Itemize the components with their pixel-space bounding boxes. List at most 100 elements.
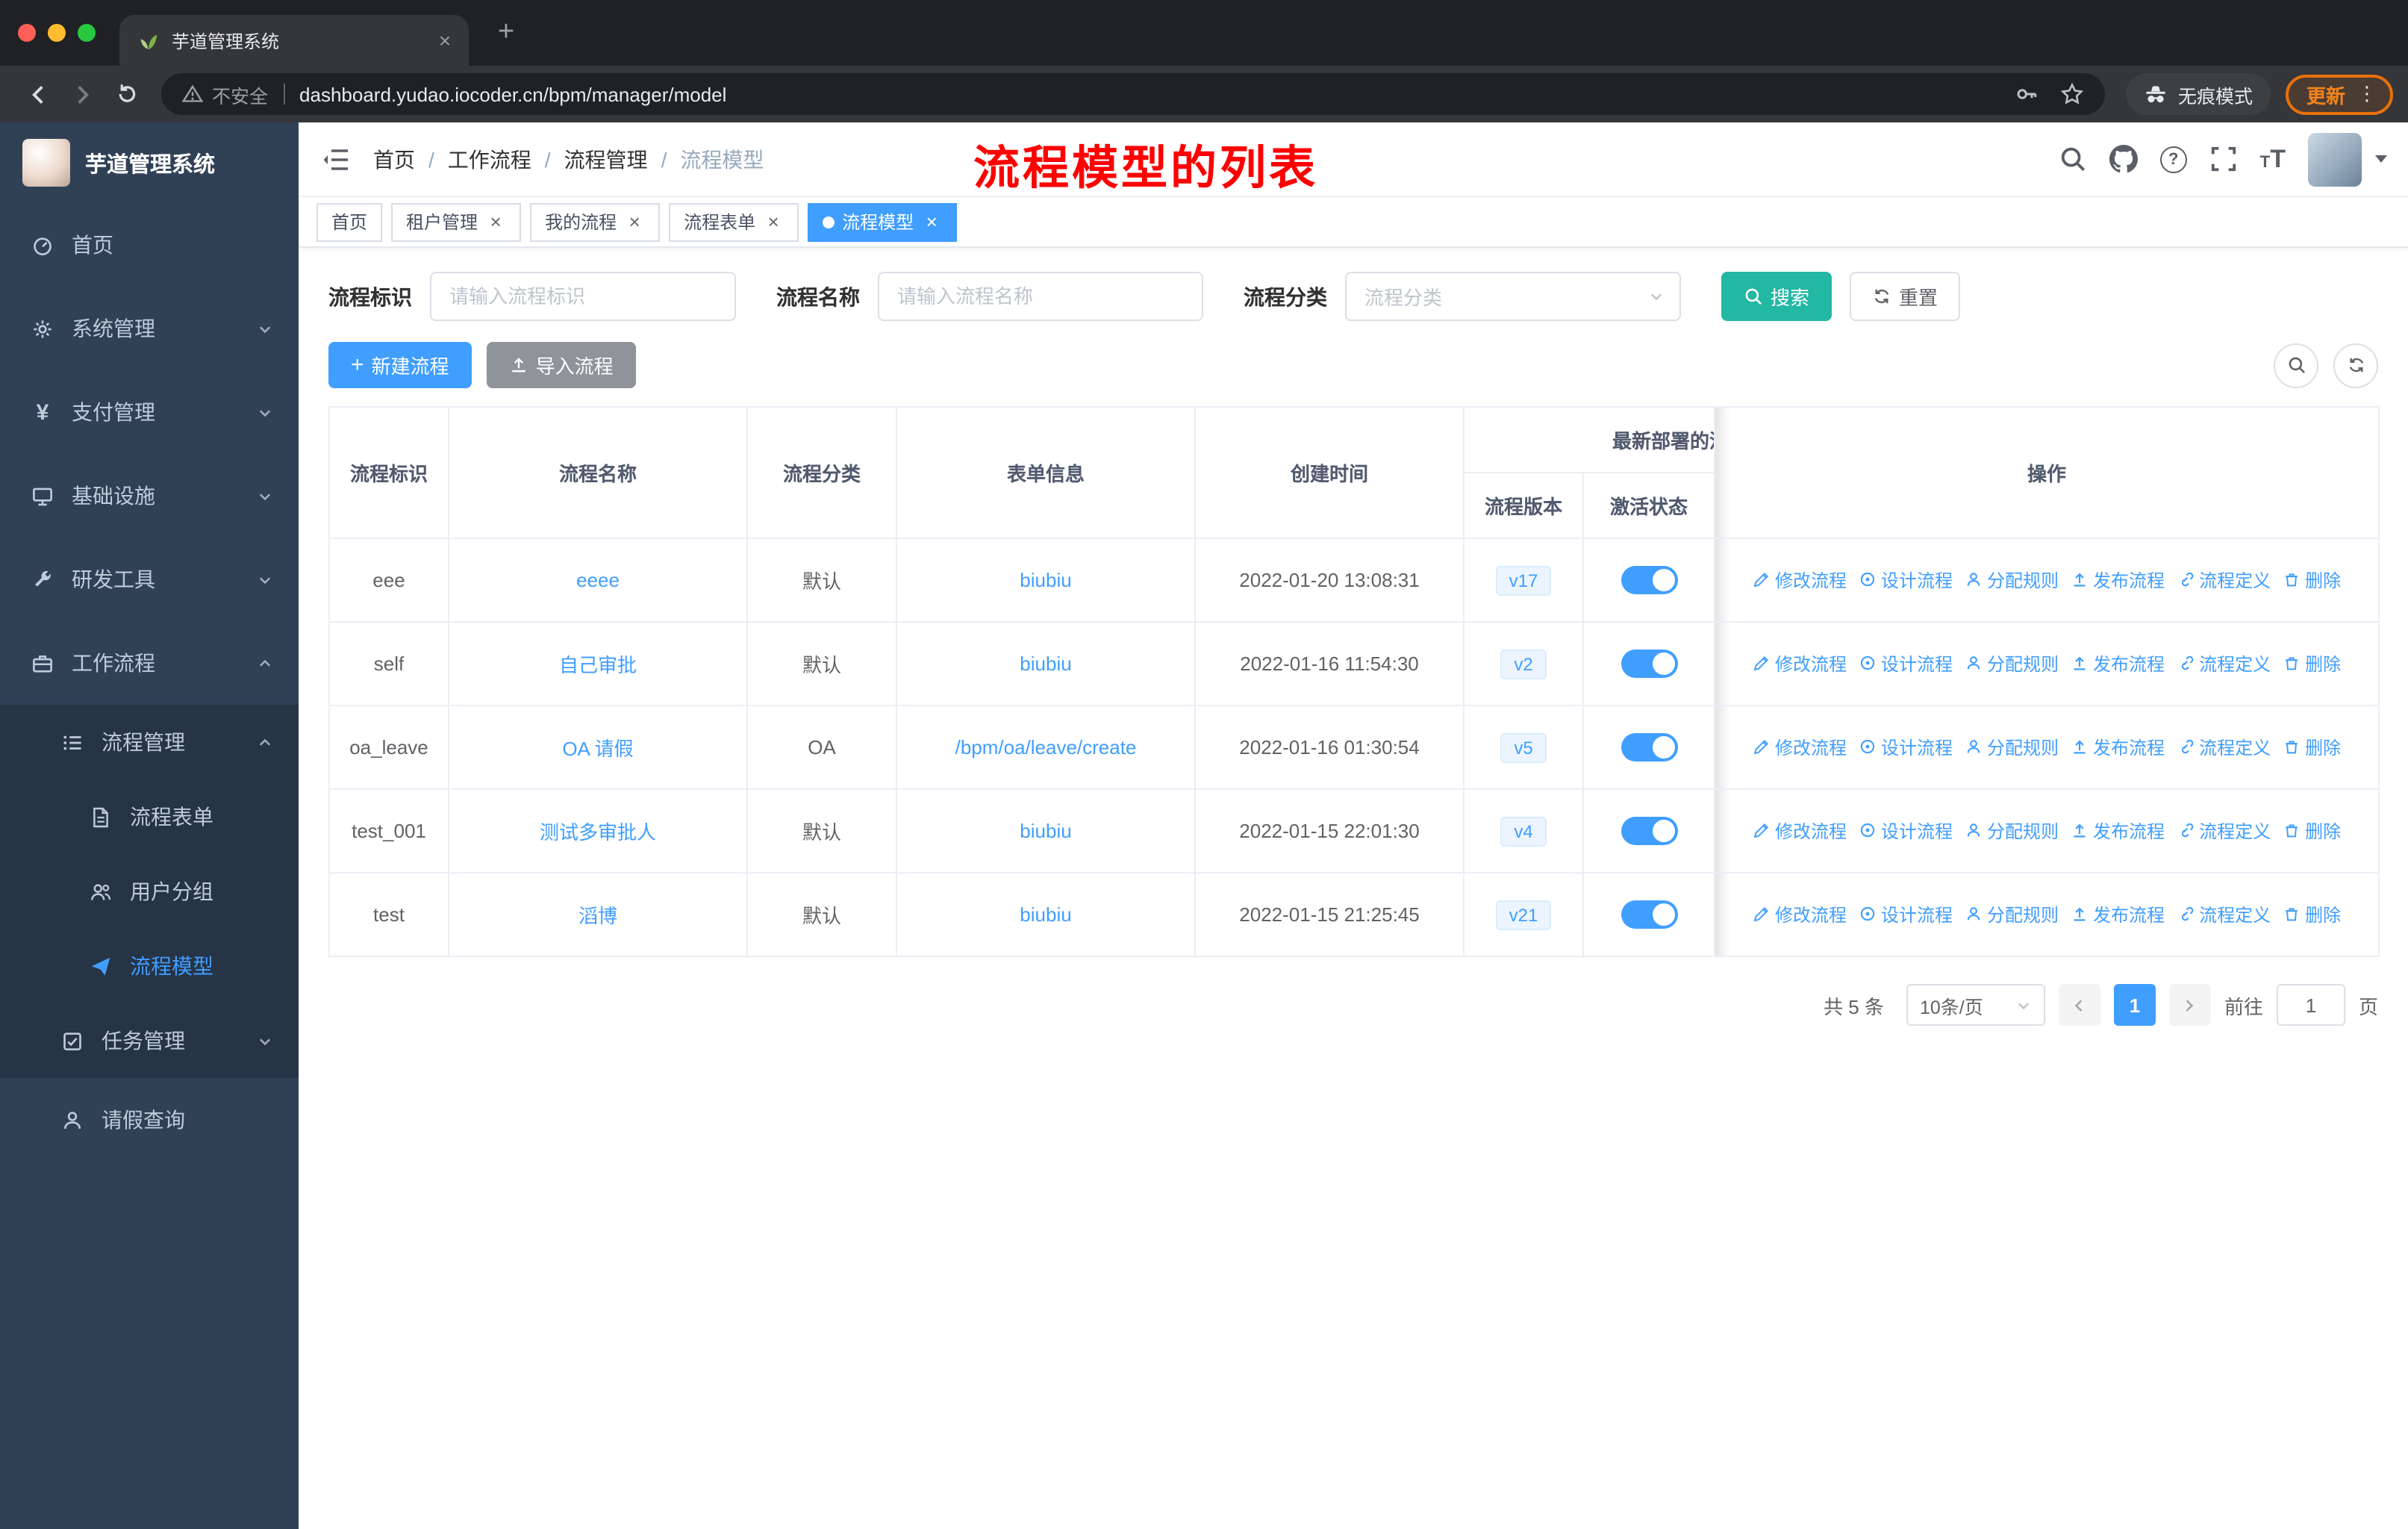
tab-close-icon[interactable]: × — [433, 28, 457, 52]
security-indicator[interactable]: 不安全 — [182, 80, 268, 108]
active-toggle[interactable] — [1621, 650, 1677, 678]
process-definition-link[interactable]: 流程定义 — [2177, 735, 2271, 760]
tag-process-form[interactable]: 流程表单 × — [669, 202, 799, 241]
prev-page-button[interactable] — [2058, 984, 2100, 1026]
close-icon[interactable]: × — [763, 211, 784, 233]
sidebar-item-workflow[interactable]: 工作流程 — [0, 621, 299, 705]
process-name-link[interactable]: 滔博 — [578, 905, 617, 927]
sidebar-item-process-mgmt[interactable]: 流程管理 — [0, 705, 299, 779]
publish-process-link[interactable]: 发布流程 — [2071, 651, 2165, 676]
sidebar-item-system[interactable]: 系统管理 — [0, 287, 299, 370]
process-name-link[interactable]: eeee — [576, 569, 620, 591]
process-name-link[interactable]: OA 请假 — [562, 738, 633, 760]
close-icon[interactable]: × — [624, 211, 645, 233]
delete-link[interactable]: 删除 — [2283, 651, 2341, 676]
tag-my-process[interactable]: 我的流程 × — [530, 202, 661, 241]
assign-rule-link[interactable]: 分配规则 — [1965, 567, 2059, 593]
refresh-table-button[interactable] — [2333, 343, 2378, 387]
sidebar-item-process-model[interactable]: 流程模型 — [0, 929, 299, 1003]
minimize-window-button[interactable] — [48, 24, 66, 42]
category-select[interactable]: 流程分类 — [1345, 272, 1681, 321]
process-key-input[interactable] — [430, 272, 736, 321]
zoom-window-button[interactable] — [78, 24, 96, 42]
forward-button[interactable] — [60, 72, 105, 116]
process-definition-link[interactable]: 流程定义 — [2177, 818, 2271, 844]
design-process-link[interactable]: 设计流程 — [1859, 567, 1953, 593]
font-size-icon[interactable]: TT — [2260, 144, 2286, 174]
breadcrumb-process-mgmt[interactable]: 流程管理 — [564, 144, 648, 174]
delete-link[interactable]: 删除 — [2283, 567, 2341, 593]
design-process-link[interactable]: 设计流程 — [1859, 818, 1953, 844]
sidebar-toggle-icon[interactable] — [321, 144, 351, 174]
app-logo[interactable]: 芋道管理系统 — [0, 122, 299, 203]
active-toggle[interactable] — [1621, 900, 1677, 929]
sidebar-item-devtools[interactable]: 研发工具 — [0, 538, 299, 621]
user-avatar[interactable] — [2308, 132, 2362, 186]
process-definition-link[interactable]: 流程定义 — [2177, 651, 2271, 676]
sidebar-item-payment[interactable]: ¥ 支付管理 — [0, 370, 299, 454]
active-toggle[interactable] — [1621, 566, 1677, 594]
active-toggle[interactable] — [1621, 817, 1677, 845]
sidebar-item-infra[interactable]: 基础设施 — [0, 454, 299, 538]
browser-update-button[interactable]: 更新 ⋮ — [2285, 74, 2393, 114]
import-process-button[interactable]: 导入流程 — [486, 342, 636, 388]
sidebar-item-task-mgmt[interactable]: 任务管理 — [0, 1003, 299, 1078]
password-key-icon[interactable] — [2015, 82, 2039, 106]
delete-link[interactable]: 删除 — [2283, 735, 2341, 760]
edit-process-link[interactable]: 修改流程 — [1753, 567, 1847, 593]
form-link[interactable]: biubiu — [1020, 903, 1071, 926]
page-size-select[interactable]: 10条/页 — [1906, 984, 2045, 1026]
search-button[interactable]: 搜索 — [1721, 272, 1832, 321]
breadcrumb-home[interactable]: 首页 — [373, 144, 415, 174]
process-name-link[interactable]: 测试多审批人 — [540, 821, 656, 844]
goto-page-input[interactable] — [2276, 984, 2345, 1026]
form-link[interactable]: biubiu — [1020, 820, 1071, 842]
search-icon[interactable] — [2059, 145, 2087, 173]
publish-process-link[interactable]: 发布流程 — [2071, 818, 2165, 844]
design-process-link[interactable]: 设计流程 — [1859, 735, 1953, 760]
reset-button[interactable]: 重置 — [1850, 272, 1961, 321]
form-link[interactable]: /bpm/oa/leave/create — [955, 736, 1137, 759]
process-definition-link[interactable]: 流程定义 — [2177, 567, 2271, 593]
tag-home[interactable]: 首页 — [316, 202, 383, 241]
fullscreen-icon[interactable] — [2209, 145, 2238, 173]
sidebar-item-user-group[interactable]: 用户分组 — [0, 854, 299, 929]
address-bar[interactable]: 不安全 dashboard.yudao.iocoder.cn/bpm/manag… — [161, 73, 2105, 115]
avatar-caret-icon[interactable] — [2375, 155, 2387, 163]
assign-rule-link[interactable]: 分配规则 — [1965, 735, 2059, 760]
design-process-link[interactable]: 设计流程 — [1859, 902, 1953, 927]
delete-link[interactable]: 删除 — [2283, 818, 2341, 844]
close-icon[interactable]: × — [921, 211, 942, 233]
assign-rule-link[interactable]: 分配规则 — [1965, 651, 2059, 676]
browser-tab[interactable]: 芋道管理系统 × — [119, 15, 469, 66]
incognito-badge[interactable]: 无痕模式 — [2125, 73, 2271, 115]
process-name-link[interactable]: 自己审批 — [559, 654, 637, 676]
breadcrumb-workflow[interactable]: 工作流程 — [448, 144, 531, 174]
form-link[interactable]: biubiu — [1020, 653, 1071, 675]
delete-link[interactable]: 删除 — [2283, 902, 2341, 927]
close-icon[interactable]: × — [485, 211, 506, 233]
tag-tenant[interactable]: 租户管理 × — [391, 202, 522, 241]
form-link[interactable]: biubiu — [1020, 569, 1071, 591]
sidebar-item-process-form[interactable]: 流程表单 — [0, 779, 299, 854]
assign-rule-link[interactable]: 分配规则 — [1965, 902, 2059, 927]
help-icon[interactable]: ? — [2159, 146, 2187, 172]
create-process-button[interactable]: + 新建流程 — [328, 342, 472, 388]
publish-process-link[interactable]: 发布流程 — [2071, 735, 2165, 760]
back-button[interactable] — [15, 72, 60, 116]
page-number-current[interactable]: 1 — [2113, 984, 2156, 1026]
bookmark-star-icon[interactable] — [2060, 82, 2084, 106]
process-definition-link[interactable]: 流程定义 — [2177, 902, 2271, 927]
active-toggle[interactable] — [1621, 733, 1677, 762]
tag-process-model[interactable]: 流程模型 × — [808, 202, 958, 241]
reload-button[interactable] — [105, 72, 149, 116]
sidebar-item-home[interactable]: 首页 — [0, 203, 299, 287]
edit-process-link[interactable]: 修改流程 — [1753, 735, 1847, 760]
browser-menu-icon[interactable]: ⋮ — [2357, 82, 2377, 106]
github-icon[interactable] — [2109, 145, 2138, 173]
design-process-link[interactable]: 设计流程 — [1859, 651, 1953, 676]
sidebar-item-leave-query[interactable]: 请假查询 — [0, 1078, 299, 1162]
process-name-input[interactable] — [878, 272, 1203, 321]
close-window-button[interactable] — [18, 24, 36, 42]
publish-process-link[interactable]: 发布流程 — [2071, 567, 2165, 593]
